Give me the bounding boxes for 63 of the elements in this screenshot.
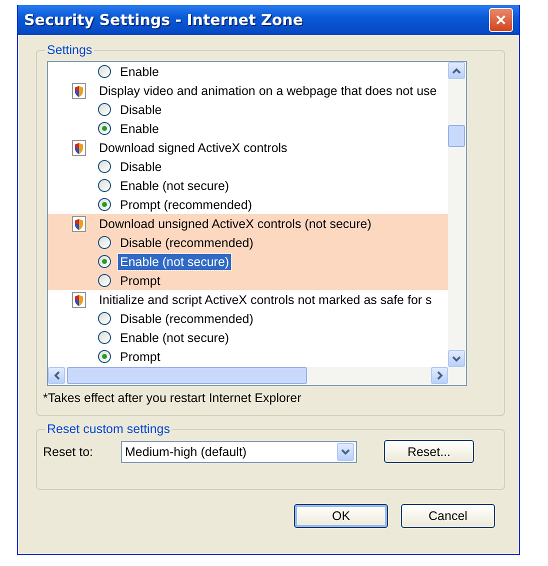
radio-button[interactable] (98, 122, 111, 135)
shield-icon (72, 140, 86, 156)
reset-label: Reset to: (43, 444, 94, 458)
setting-title: Download signed ActiveX controls (99, 140, 288, 154)
radio-button[interactable] (98, 236, 111, 249)
reset-button[interactable]: Reset... (384, 440, 474, 463)
dialog-button[interactable]: OK (294, 504, 388, 528)
setting-title: Initialize and script ActiveX controls not marked as safe for s (99, 292, 432, 306)
option-label: Enable (not secure) (119, 330, 230, 346)
scroll-left-button[interactable] (48, 367, 65, 384)
radio-button[interactable] (98, 274, 111, 287)
option-label: Prompt (119, 272, 162, 288)
scroll-right-button[interactable] (431, 367, 448, 384)
setting-title: Display video and animation on a webpage that does not use (99, 84, 437, 98)
option-label: Disable (119, 102, 163, 118)
group-legend: Settings (45, 43, 94, 57)
option-label: Disable (119, 158, 163, 174)
option-label: Prompt (recommended) (119, 196, 253, 212)
option-label: Disable (recommended) (119, 234, 254, 250)
radio-button[interactable] (98, 350, 111, 363)
level-dropdown[interactable]: Medium-high (default) (121, 440, 357, 462)
radio-option[interactable]: Prompt (recommended) (48, 195, 448, 214)
group-legend: Reset custom settings (45, 422, 172, 436)
option-label: Prompt (119, 348, 162, 364)
setting-title: Download unsigned ActiveX controls (not secure) (99, 216, 372, 230)
radio-option[interactable]: Disable (recommended) (48, 309, 448, 328)
option-label: Enable (119, 120, 160, 136)
option-label: Enable (not secure) (118, 254, 232, 270)
radio-button[interactable] (98, 65, 111, 78)
dropdown-button[interactable] (337, 442, 354, 460)
option-label: Enable (not secure) (119, 178, 230, 194)
option-label: Disable (recommended) (119, 310, 254, 326)
option-label: Enable (119, 64, 160, 80)
radio-button[interactable] (98, 198, 111, 211)
scroll-up-button[interactable] (448, 62, 465, 79)
horizontal-scrollbar[interactable] (48, 367, 466, 385)
shield-icon (72, 292, 86, 308)
shield-icon (72, 216, 86, 232)
vertical-scrollbar[interactable] (448, 62, 466, 367)
radio-option[interactable]: Enable (not secure) (48, 252, 448, 271)
scroll-thumb[interactable] (67, 367, 307, 384)
scroll-down-button[interactable] (448, 350, 465, 367)
radio-button[interactable] (98, 331, 111, 344)
radio-option[interactable]: Enable (not secure) (48, 176, 448, 195)
radio-option[interactable]: Prompt (48, 347, 448, 366)
chevron-down-icon (341, 448, 350, 454)
radio-option[interactable]: Disable (recommended) (48, 233, 448, 252)
dialog-button[interactable]: Cancel (401, 504, 495, 528)
radio-button[interactable] (98, 179, 111, 192)
window-title: Security Settings - Internet Zone (24, 11, 304, 29)
restart-note: *Takes effect after you restart Internet Explorer (43, 391, 302, 405)
radio-button[interactable] (98, 255, 111, 268)
radio-option[interactable]: Enable (48, 119, 448, 138)
radio-button[interactable] (98, 103, 111, 116)
radio-button[interactable] (98, 312, 111, 325)
radio-option[interactable]: Enable (48, 62, 448, 81)
shield-icon (72, 82, 86, 98)
radio-option[interactable]: Enable (not secure) (48, 328, 448, 347)
scroll-thumb[interactable] (448, 125, 465, 147)
radio-button[interactable] (98, 160, 111, 173)
radio-option[interactable]: Disable (48, 100, 448, 119)
radio-option[interactable]: Prompt (48, 271, 448, 290)
radio-option[interactable]: Disable (48, 157, 448, 176)
